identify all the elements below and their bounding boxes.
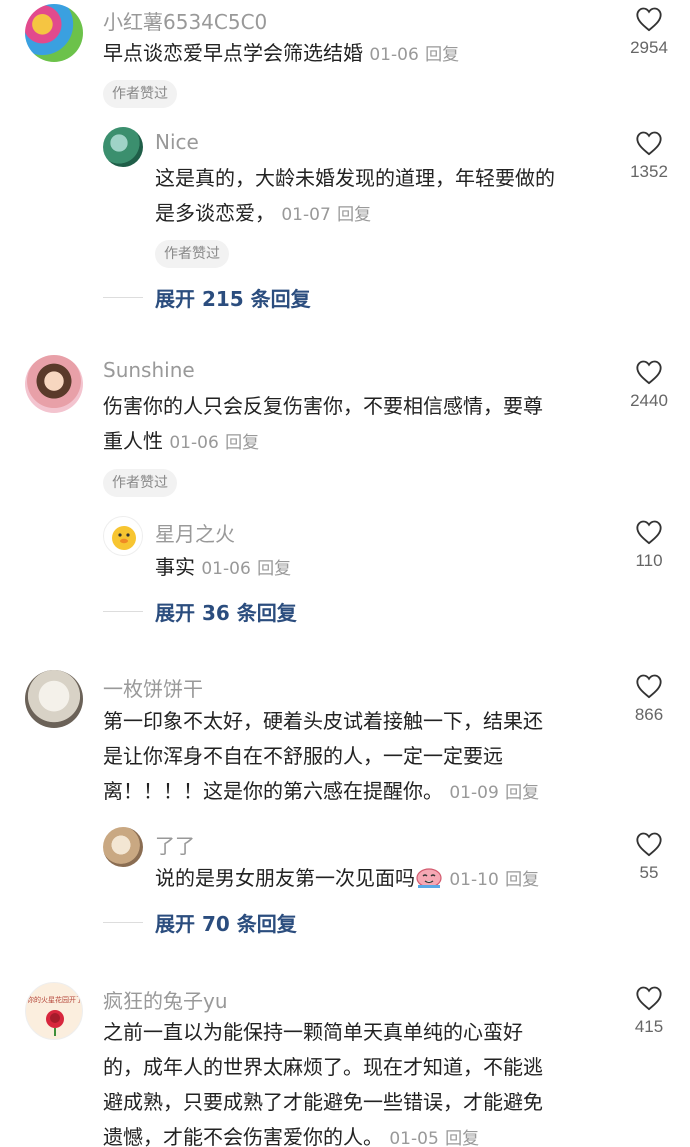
avatar[interactable] [103, 827, 143, 867]
heart-outline-icon [636, 986, 662, 1011]
comment-date: 01-09 [449, 783, 499, 803]
expand-replies-button[interactable]: 展开 70 条回复 [103, 910, 297, 936]
heart-outline-icon [636, 674, 662, 699]
comment-text-line: 避成熟，只要成熟了才能避免一些错误，才能避免 [103, 1090, 543, 1114]
expand-replies-label: 展开 70 条回复 [155, 911, 297, 936]
reply-date: 01-10 [449, 870, 499, 890]
comment-text: 重人性 01-06 回复 [103, 424, 259, 461]
comment-date: 01-06 [369, 45, 419, 65]
heart-outline-icon [636, 7, 662, 32]
like-button[interactable]: 1352 [617, 130, 681, 182]
expand-replies-button[interactable]: 展开 215 条回复 [103, 285, 311, 311]
reply-date: 01-07 [281, 205, 331, 225]
reply-text-line: 是多谈恋爱， [155, 201, 275, 225]
avatar[interactable] [103, 516, 143, 556]
avatar[interactable] [103, 127, 143, 167]
reply-text-line: 事实 [155, 555, 195, 579]
reply-text: 说的是男女朋友第一次见面吗 01-10 回复 [155, 861, 539, 898]
comment-text-line: 伤害你的人只会反复伤害你，不要相信感情，要尊 [103, 394, 543, 418]
like-count: 2440 [630, 391, 668, 410]
comment-text-line: 之前一直以为能保持一颗简单天真单纯的心蛮好 [103, 1020, 523, 1044]
reply-text: 事实 01-06 回复 [155, 550, 291, 587]
like-count: 110 [635, 551, 663, 570]
heart-outline-icon [636, 520, 662, 545]
like-button[interactable]: 2954 [617, 6, 681, 58]
comment-text-line: 早点谈恋爱早点学会筛选结婚 [103, 41, 363, 65]
expand-replies-label: 展开 215 条回复 [155, 286, 311, 311]
comment-text: 离！！！！这是你的第六感在提醒你。 01-09 回复 [103, 774, 539, 811]
like-button[interactable]: 55 [617, 831, 681, 883]
divider [103, 296, 143, 298]
heart-outline-icon [636, 131, 662, 156]
comment-text: 早点谈恋爱早点学会筛选结婚 01-06 回复 [103, 36, 459, 73]
comment-text: 遗憾，才能不会伤害爱你的人。 01-05 回复 [103, 1120, 479, 1147]
reply-link[interactable]: 回复 [225, 433, 259, 453]
reply-username[interactable]: 星月之火 [155, 518, 235, 547]
reply-text-line: 说的是男女朋友第一次见面吗 [155, 866, 415, 890]
rose-icon [46, 1010, 64, 1036]
comment-text-line: 遗憾，才能不会伤害爱你的人。 [103, 1125, 383, 1147]
heart-outline-icon [636, 360, 662, 385]
reply-username[interactable]: 了了 [155, 830, 195, 859]
avatar[interactable] [25, 4, 83, 62]
like-count: 866 [634, 705, 664, 724]
heart-outline-icon [636, 832, 662, 857]
author-liked-badge: 作者赞过 [103, 469, 177, 497]
reply-text-line: 这是真的，大龄未婚发现的道理，年轻要做的 [155, 166, 555, 190]
reply-text: 是多谈恋爱， 01-07 回复 [155, 196, 371, 233]
comment-text-line: 的，成年人的世界太麻烦了。现在才知道，不能逃 [103, 1055, 543, 1079]
comment-username[interactable]: 小红薯6534C5C0 [103, 6, 267, 35]
avatar[interactable] [25, 355, 83, 413]
comment-date: 01-05 [389, 1129, 439, 1147]
duck-emoji-icon [112, 526, 136, 550]
reply-link[interactable]: 回复 [425, 45, 459, 65]
reply-link[interactable]: 回复 [337, 205, 371, 225]
expand-replies-button[interactable]: 展开 36 条回复 [103, 599, 297, 625]
like-button[interactable]: 415 [617, 985, 681, 1037]
reply-date: 01-06 [201, 559, 251, 579]
like-button[interactable]: 2440 [617, 359, 681, 411]
like-count: 55 [639, 863, 659, 882]
comment-text-line: 第一印象不太好，硬着头皮试着接触一下，结果还 [103, 709, 543, 733]
divider [103, 610, 143, 612]
divider [103, 921, 143, 923]
reply-link[interactable]: 回复 [445, 1129, 479, 1147]
comment-text-line: 是让你浑身不自在不舒服的人，一定一定要远 [103, 744, 503, 768]
comment-username[interactable]: 疯狂的兔子yu [103, 985, 228, 1014]
reply-username[interactable]: Nice [155, 130, 199, 154]
comment-username[interactable]: Sunshine [103, 358, 195, 382]
like-count: 1352 [630, 162, 668, 181]
like-count: 2954 [630, 38, 668, 57]
comment-username[interactable]: 一枚饼饼干 [103, 673, 203, 702]
like-button[interactable]: 110 [617, 519, 681, 571]
like-count: 415 [634, 1017, 664, 1036]
avatar[interactable]: 你的火星花园开了 [25, 982, 83, 1040]
comment-date: 01-06 [169, 433, 219, 453]
reply-link[interactable]: 回复 [257, 559, 291, 579]
reply-link[interactable]: 回复 [505, 783, 539, 803]
crying-face-emoji-icon [416, 868, 442, 888]
comment-text-line: 重人性 [103, 429, 163, 453]
comment-text-line: 离！！！！这是你的第六感在提醒你。 [103, 779, 443, 803]
expand-replies-label: 展开 36 条回复 [155, 600, 297, 625]
author-liked-badge: 作者赞过 [155, 240, 229, 268]
author-liked-badge: 作者赞过 [103, 80, 177, 108]
like-button[interactable]: 866 [617, 673, 681, 725]
avatar[interactable] [25, 670, 83, 728]
reply-link[interactable]: 回复 [505, 870, 539, 890]
